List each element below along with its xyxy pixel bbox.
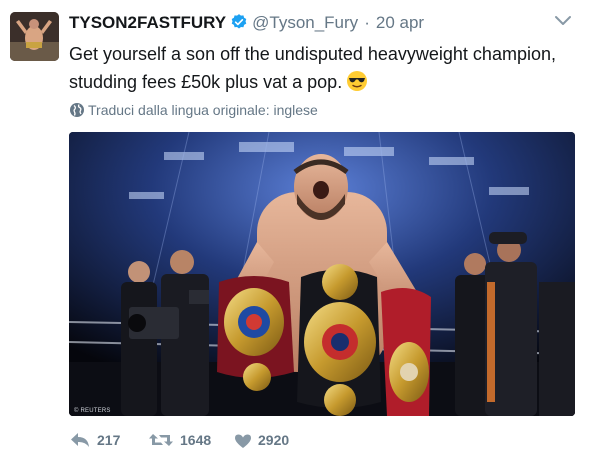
globe-icon — [70, 103, 84, 117]
reply-count: 217 — [97, 432, 121, 448]
translate-label: Traduci dalla lingua originale: inglese — [88, 102, 318, 118]
tweet-date[interactable]: 20 apr — [376, 13, 424, 32]
verified-badge-icon — [230, 13, 248, 38]
tweet-header: TYSON2FASTFURY @Tyson_Fury · 20 apr — [69, 11, 570, 37]
avatar[interactable] — [10, 12, 59, 61]
user-handle[interactable]: @Tyson_Fury — [252, 13, 358, 32]
reply-icon — [71, 433, 89, 447]
separator-dot: · — [364, 13, 370, 32]
tweet-text-body: Get yourself a son off the undisputed he… — [69, 44, 556, 92]
translate-link[interactable]: Traduci dalla lingua originale: inglese — [69, 101, 318, 119]
tweet-text: Get yourself a son off the undisputed he… — [69, 40, 559, 96]
photo-credit: © REUTERS — [74, 408, 111, 414]
retweet-icon — [149, 434, 173, 446]
retweet-action[interactable]: 1648 — [148, 428, 211, 452]
display-name[interactable]: TYSON2FASTFURY — [69, 13, 226, 32]
chevron-down-icon[interactable] — [554, 14, 572, 32]
sunglasses-emoji — [346, 70, 368, 92]
like-action[interactable]: 2920 — [234, 428, 289, 452]
reply-action[interactable]: 217 — [69, 428, 120, 452]
retweet-count: 1648 — [180, 432, 212, 448]
tweet-photo[interactable]: © REUTERS — [69, 132, 575, 416]
tweet: TYSON2FASTFURY @Tyson_Fury · 20 apr Get you… — [0, 0, 590, 459]
like-count: 2920 — [258, 432, 290, 448]
heart-icon — [235, 434, 251, 448]
